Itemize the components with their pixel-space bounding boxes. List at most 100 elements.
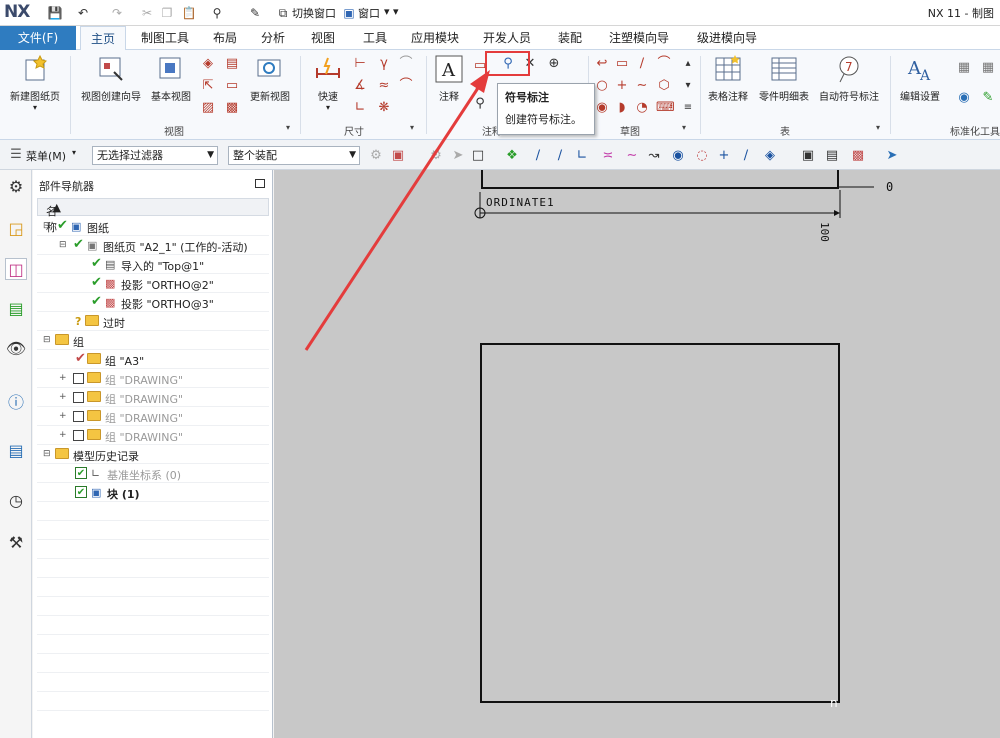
window-icon[interactable]: ▣ (340, 4, 358, 22)
sketch-spline-icon[interactable]: ∼ (634, 78, 650, 94)
tree-row-group-a3[interactable]: ✔ 组 "A3" (37, 350, 269, 369)
render-icon[interactable]: ➤ (884, 148, 900, 164)
gear-icon[interactable]: ⚙ (5, 176, 27, 198)
info-icon[interactable]: ⓘ (5, 392, 27, 414)
sketch-arc-icon[interactable]: ⌒ (656, 56, 672, 72)
sketch-more-icon[interactable]: ≡ (680, 100, 696, 116)
assembly-navigator-icon[interactable]: ◲ (5, 218, 27, 240)
touch-mode-icon[interactable]: ✎ (246, 4, 264, 22)
visibility-checkbox[interactable] (73, 411, 84, 422)
sketch-scroll-up-icon[interactable]: ▴ (680, 56, 696, 72)
display-icon[interactable]: ▤ (824, 148, 840, 164)
column-header-name[interactable]: 名称 ▲ (37, 198, 269, 234)
general-selection-icon[interactable]: ▣ (390, 148, 406, 164)
file-menu-tab[interactable]: 文件(F) (0, 26, 76, 50)
perimeter-dimension-icon[interactable]: ❋ (376, 100, 392, 116)
collapse-icon[interactable]: ⊟ (43, 335, 51, 345)
type-filter-select[interactable]: 无选择过滤器 ▼ (92, 146, 218, 165)
visibility-checkbox[interactable] (73, 373, 84, 384)
expand-icon[interactable]: + (59, 411, 67, 421)
table-group-more-icon[interactable]: ▾ (876, 123, 880, 132)
cut-icon[interactable]: ✂ (138, 4, 156, 22)
expand-icon[interactable]: + (59, 392, 67, 402)
visibility-checkbox[interactable]: ✔ (75, 467, 87, 479)
view-icon[interactable]: ▣ (800, 148, 816, 164)
reuse-library-icon[interactable]: ▤ (5, 298, 27, 320)
section-view-icon[interactable]: ⇱ (200, 78, 216, 94)
undo-icon[interactable]: ↶ (74, 4, 92, 22)
snap-point-on-surface-icon[interactable]: ◈ (762, 148, 778, 164)
tree-row-groups[interactable]: ⊟ 组 (37, 331, 269, 350)
linear-dimension-icon[interactable]: ⊢ (352, 56, 368, 72)
snap-endpoint-icon[interactable]: ∕ (530, 148, 546, 164)
tab-home[interactable]: 主页 (80, 26, 126, 50)
chevron-down-icon[interactable]: ▾ (6, 103, 64, 112)
sketch-line-icon[interactable]: ∕ (634, 56, 650, 72)
tab-developer[interactable]: 开发人员 (476, 26, 538, 50)
view-boundary-icon[interactable]: ▩ (224, 100, 240, 116)
chevron-down-icon[interactable]: ▾ (72, 148, 76, 157)
window-menu-button[interactable]: 窗口 (358, 5, 380, 21)
tabular-note-button[interactable]: 表格注释 (704, 54, 752, 116)
tab-progressive-die-wizard[interactable]: 级进模向导 (688, 26, 766, 50)
tree-row-out-of-date[interactable]: ? 过时 (37, 312, 269, 331)
save-icon[interactable]: 💾 (46, 4, 64, 22)
auto-balloon-button[interactable]: 7 自动符号标注 (816, 54, 882, 116)
menu-icon[interactable]: ☰ (8, 147, 24, 163)
sketch-polygon-icon[interactable]: ⬡ (656, 78, 672, 94)
target-point-icon[interactable]: ⊕ (546, 56, 562, 72)
sketch-ellipse-icon[interactable]: ◉ (594, 100, 610, 116)
sketch-scroll-down-icon[interactable]: ▾ (680, 78, 696, 94)
dimension-group-more-icon[interactable]: ▾ (410, 123, 414, 132)
sketch-chamfer-icon[interactable]: ⌨ (656, 100, 675, 116)
tree-row-group-drawing[interactable]: + 组 "DRAWING" (37, 426, 269, 445)
select-object-icon[interactable]: ⚙ (428, 148, 444, 164)
new-sheet-button[interactable]: 新建图纸页 ▾ (6, 54, 64, 116)
selection-scope-select[interactable]: 整个装配 ▼ (228, 146, 360, 165)
edit-settings-button[interactable]: A A 编辑设置 (896, 54, 944, 116)
web-browser-icon[interactable]: 👁 (5, 338, 27, 360)
tree-row-datum-csys[interactable]: ✔ ∟ 基准坐标系 (0) (37, 464, 269, 483)
view-break-icon[interactable]: ▨ (200, 100, 216, 116)
select-features-icon[interactable]: ⚙ (368, 148, 384, 164)
history-icon[interactable]: ◷ (5, 490, 27, 512)
sketch-rectangle-icon[interactable]: ▭ (614, 56, 630, 72)
tab-mold-wizard[interactable]: 注塑模向导 (600, 26, 678, 50)
tab-analysis[interactable]: 分析 (254, 26, 292, 50)
snap-quadrant-icon[interactable]: ◌ (694, 148, 710, 164)
expand-icon[interactable]: + (59, 430, 67, 440)
search-command-icon[interactable]: ⚲ (208, 4, 226, 22)
break-view-icon[interactable]: ▭ (224, 78, 240, 94)
thickness-dimension-icon[interactable]: ≈ (376, 78, 392, 94)
note-button[interactable]: A 注释 (434, 54, 464, 116)
sketch-group-more-icon[interactable]: ▾ (682, 123, 686, 132)
tab-view[interactable]: 视图 (304, 26, 342, 50)
collapse-icon[interactable]: ⊟ (43, 221, 51, 231)
restore-icon[interactable] (255, 179, 265, 188)
switch-window-button[interactable]: 切换窗口 (292, 5, 336, 21)
snap-midpoint-icon[interactable]: ∕ (552, 148, 568, 164)
sketch-circle-icon[interactable]: ○ (594, 78, 610, 94)
ordinate-dimension-icon[interactable]: ∟ (352, 100, 368, 116)
tree-row-group-drawing[interactable]: + 组 "DRAWING" (37, 407, 269, 426)
visibility-checkbox[interactable] (73, 392, 84, 403)
datum-feature-icon[interactable]: A (472, 78, 488, 94)
snap-arc-center-icon[interactable]: ↝ (646, 148, 662, 164)
sketch-fillet-icon[interactable]: ◔ (634, 100, 650, 116)
rectangle-select-icon[interactable]: □ (470, 148, 486, 164)
tree-row-projected-view[interactable]: ✔ ▩ 投影 "ORTHO@3" (37, 293, 269, 312)
part-navigator-icon[interactable]: ◫ (5, 258, 27, 280)
redo-icon[interactable]: ↷ (108, 4, 126, 22)
tab-application[interactable]: 应用模块 (404, 26, 466, 50)
system-materials-icon[interactable]: ▤ (5, 440, 27, 462)
copy-icon[interactable]: ❐ (158, 4, 176, 22)
switch-window-icon[interactable]: ⧉ (274, 4, 292, 22)
view-creation-wizard-button[interactable]: 视图创建向导 (78, 54, 144, 116)
snap-curve-icon[interactable]: ∼ (624, 148, 640, 164)
tab-tools[interactable]: 工具 (356, 26, 394, 50)
tree-row-sheet[interactable]: ⊟ ✔ ▣ 图纸页 "A2_1" (工作的-活动) (37, 236, 269, 255)
graphics-window[interactable]: ORDINATE1 0 100 n (274, 170, 1000, 738)
collapse-icon[interactable]: ⊟ (59, 240, 67, 250)
sketch-point-icon[interactable]: + (614, 78, 630, 94)
layer-icon[interactable]: ▩ (850, 148, 866, 164)
